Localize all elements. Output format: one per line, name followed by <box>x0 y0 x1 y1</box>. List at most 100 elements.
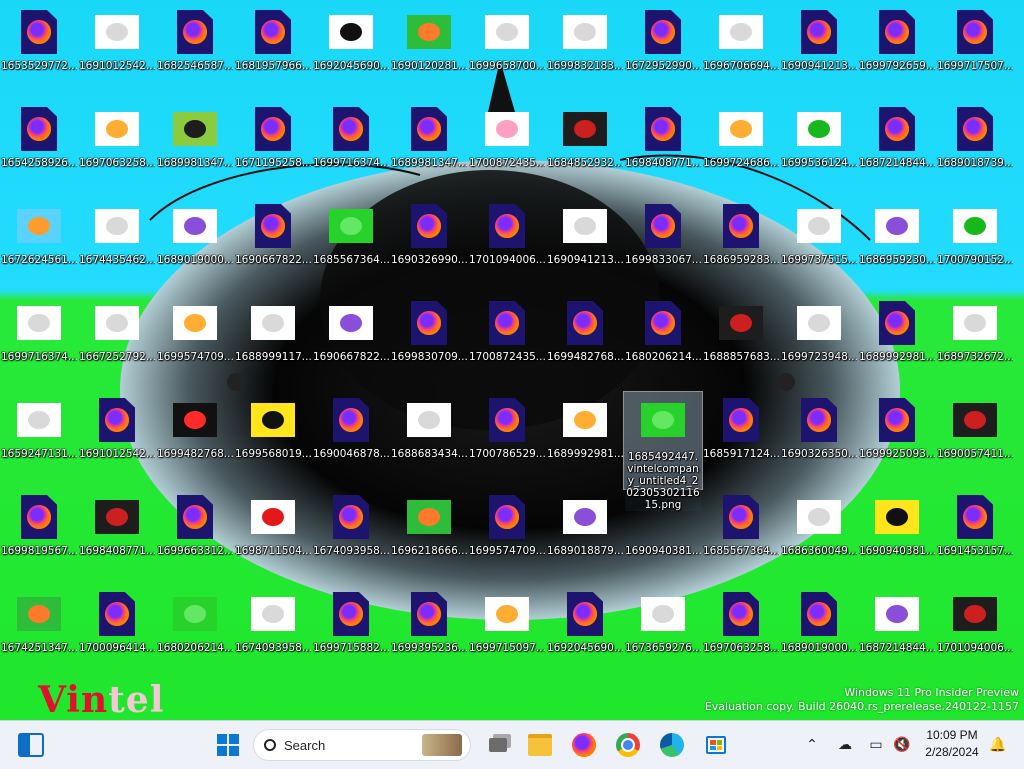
desktop-icon[interactable]: 1674435462... <box>78 198 156 295</box>
desktop-icon[interactable]: 1686959283... <box>702 198 780 295</box>
desktop-icon[interactable]: 1690667822... <box>312 295 390 392</box>
desktop-icon[interactable]: 1698711504... <box>234 489 312 586</box>
task-view-icon[interactable] <box>481 728 515 762</box>
desktop-icon[interactable]: 1699536124... <box>780 101 858 198</box>
desktop-icon[interactable]: 1689992981... <box>858 295 936 392</box>
desktop-icon[interactable]: 1689018879... <box>546 489 624 586</box>
desktop-icon[interactable]: 1699716374... <box>0 295 78 392</box>
desktop-icon[interactable]: 1700096414... <box>78 586 156 683</box>
desktop-icon[interactable]: 1674093958... <box>234 586 312 683</box>
desktop-icon[interactable]: 1699925093... <box>858 392 936 489</box>
desktop-icon[interactable]: 1699737515... <box>780 198 858 295</box>
desktop-icon[interactable]: 1696218666... <box>390 489 468 586</box>
desktop-icon[interactable]: 1681957966... <box>234 4 312 101</box>
desktop-icon[interactable]: 1699715882... <box>312 586 390 683</box>
desktop-icon[interactable]: 1690326350... <box>780 392 858 489</box>
desktop-icon[interactable]: 1689981347... <box>390 101 468 198</box>
clock[interactable]: 10:09 PM 2/28/2024 <box>918 727 986 761</box>
desktop-icon[interactable]: 1699832183... <box>546 4 624 101</box>
widgets-icon[interactable] <box>14 728 48 762</box>
desktop-icon[interactable]: 1699574709... <box>156 295 234 392</box>
network-icon[interactable]: ☁ <box>835 735 855 755</box>
desktop-icon[interactable]: 1689732672... <box>936 295 1014 392</box>
desktop-icon[interactable]: 1699819567... <box>0 489 78 586</box>
desktop-icon[interactable]: 1690667822... <box>234 198 312 295</box>
desktop-icon[interactable]: 1689981347... <box>156 101 234 198</box>
desktop-icon[interactable]: 1698408771... <box>78 489 156 586</box>
display-icon[interactable]: ▭ <box>866 735 886 755</box>
desktop-icon[interactable]: 1690941213... <box>546 198 624 295</box>
tray-chevron-icon[interactable]: ⌃ <box>802 735 822 755</box>
desktop-icon[interactable]: 1680206214... <box>156 586 234 683</box>
notifications-icon[interactable]: 🔔 <box>988 735 1008 755</box>
desktop-icon[interactable]: 1699717507... <box>936 4 1014 101</box>
desktop-icon[interactable]: 1699663312... <box>156 489 234 586</box>
desktop-icon[interactable]: 1686360049... <box>780 489 858 586</box>
store-icon[interactable] <box>699 728 733 762</box>
desktop-icon[interactable]: 1685567364... <box>312 198 390 295</box>
volume-muted-icon[interactable]: 🔇 <box>892 735 912 755</box>
desktop-icon[interactable]: 1699833067... <box>624 198 702 295</box>
taskbar-search[interactable]: Search <box>253 729 471 761</box>
desktop-icon[interactable]: 1692045690... <box>312 4 390 101</box>
desktop-icon[interactable]: 1699724686... <box>702 101 780 198</box>
desktop-icon[interactable]: 1690120281... <box>390 4 468 101</box>
start-icon[interactable] <box>211 728 245 762</box>
desktop-icon[interactable]: 1697063258... <box>78 101 156 198</box>
desktop-icon[interactable]: 1673659276... <box>624 586 702 683</box>
desktop-icon[interactable]: 1689992981... <box>546 392 624 489</box>
desktop-icon[interactable]: 1690326990... <box>390 198 468 295</box>
desktop-icon[interactable]: 1687214844... <box>858 586 936 683</box>
desktop-icon[interactable]: 1690940381... <box>858 489 936 586</box>
desktop-icon[interactable]: 1688999117... <box>234 295 312 392</box>
desktop-icon[interactable]: 1674251347... <box>0 586 78 683</box>
desktop-icon[interactable]: 1690057411... <box>936 392 1014 489</box>
desktop-icon[interactable]: 1699574709... <box>468 489 546 586</box>
desktop-icon[interactable]: 1688683434... <box>390 392 468 489</box>
desktop-icon[interactable]: 1700790152... <box>936 198 1014 295</box>
desktop-icon[interactable]: 1697063258... <box>702 586 780 683</box>
desktop-icon[interactable]: 1691012542... <box>78 392 156 489</box>
desktop-icon[interactable]: 1699482768... <box>546 295 624 392</box>
desktop-icon[interactable]: 1672952990... <box>624 4 702 101</box>
desktop-icon[interactable]: 1684852932... <box>546 101 624 198</box>
chrome-icon[interactable] <box>611 728 645 762</box>
desktop-icon[interactable]: 1691453157... <box>936 489 1014 586</box>
desktop-icon[interactable]: 1688857683... <box>702 295 780 392</box>
desktop-icon[interactable]: 1689019000... <box>156 198 234 295</box>
desktop-icon[interactable]: 1654258926... <box>0 101 78 198</box>
desktop-icon[interactable]: 1671195258... <box>234 101 312 198</box>
desktop-icon[interactable]: 1685917124... <box>702 392 780 489</box>
desktop-icon[interactable]: 1690940381... <box>624 489 702 586</box>
desktop-icon[interactable]: 1699568019... <box>234 392 312 489</box>
edge-icon[interactable] <box>655 728 689 762</box>
desktop-icon[interactable]: 1685567364... <box>702 489 780 586</box>
desktop-icon[interactable]: 1698408771... <box>624 101 702 198</box>
file-explorer-icon[interactable] <box>523 728 557 762</box>
desktop-icon[interactable]: 1682546587... <box>156 4 234 101</box>
desktop-icon[interactable]: 1685492447.vintelcompany_untitled4_20230… <box>623 391 703 511</box>
desktop-icon[interactable]: 1691012542... <box>78 4 156 101</box>
desktop-icon[interactable]: 1690941213... <box>780 4 858 101</box>
desktop-icon[interactable]: 1699723948... <box>780 295 858 392</box>
desktop-icon[interactable]: 1699830709... <box>390 295 468 392</box>
desktop-icon[interactable]: 1689019000... <box>780 586 858 683</box>
desktop-icon[interactable]: 1699716374... <box>312 101 390 198</box>
desktop-icon[interactable]: 1699482768... <box>156 392 234 489</box>
desktop-icon[interactable]: 1667252792... <box>78 295 156 392</box>
desktop-icon[interactable]: 1699792659... <box>858 4 936 101</box>
desktop-icon[interactable]: 1700872435... <box>468 295 546 392</box>
desktop-icon[interactable]: 1690046878... <box>312 392 390 489</box>
desktop-icon[interactable]: 1653529772... <box>0 4 78 101</box>
desktop[interactable]: Vintel 1653529772... 1691012542... 1682546… <box>0 0 1024 720</box>
desktop-icon[interactable]: 1687214844... <box>858 101 936 198</box>
firefox-icon[interactable] <box>567 728 601 762</box>
desktop-icon[interactable]: 1692045690... <box>546 586 624 683</box>
desktop-icon[interactable]: 1689018739... <box>936 101 1014 198</box>
desktop-icon[interactable]: 1699658700... <box>468 4 546 101</box>
desktop-icon[interactable]: 1701094006... <box>468 198 546 295</box>
desktop-icon[interactable]: 1699395236... <box>390 586 468 683</box>
desktop-icon[interactable]: 1701094006... <box>936 586 1014 683</box>
desktop-icon[interactable]: 1659247131... <box>0 392 78 489</box>
desktop-icon[interactable]: 1686959230... <box>858 198 936 295</box>
